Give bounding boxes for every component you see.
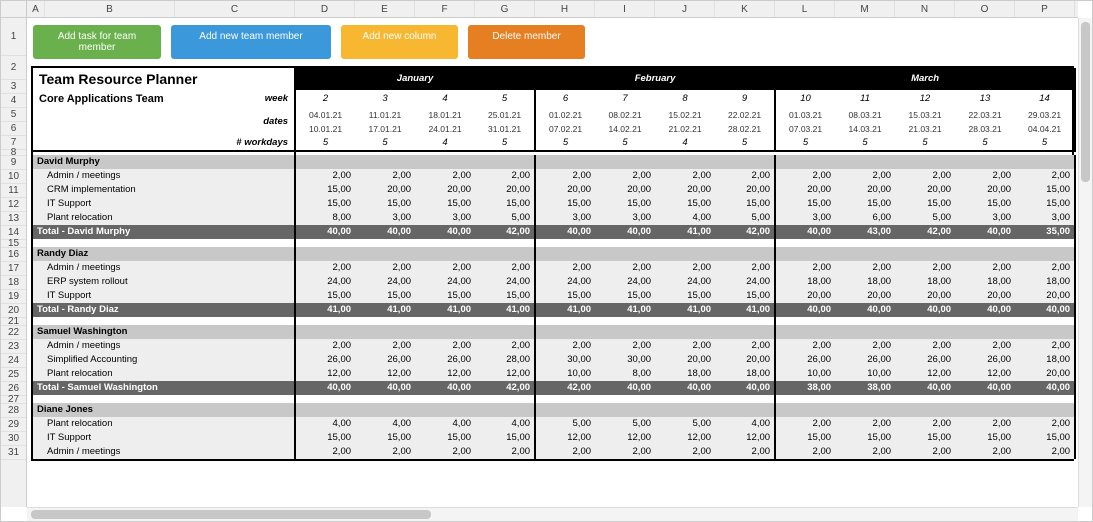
row-header-5[interactable]: 5 bbox=[1, 108, 26, 122]
column-header-N[interactable]: N bbox=[895, 1, 955, 17]
row-header-18[interactable]: 18 bbox=[1, 276, 26, 290]
row-header-12[interactable]: 12 bbox=[1, 198, 26, 212]
row-header-29[interactable]: 29 bbox=[1, 418, 26, 432]
column-header-G[interactable]: G bbox=[475, 1, 535, 17]
row-header-23[interactable]: 23 bbox=[1, 340, 26, 354]
add-task-button[interactable]: Add task for team member bbox=[33, 25, 161, 59]
task-name[interactable]: Admin / meetings bbox=[33, 261, 295, 275]
column-header-J[interactable]: J bbox=[655, 1, 715, 17]
column-header-I[interactable]: I bbox=[595, 1, 655, 17]
button-bar: Add task for team member Add new team me… bbox=[27, 18, 1078, 66]
planner-title[interactable]: Team Resource Planner bbox=[33, 68, 295, 90]
horizontal-scrollbar[interactable] bbox=[27, 507, 1078, 521]
task-name[interactable]: Plant relocation bbox=[33, 211, 295, 225]
row-header-3[interactable]: 3 bbox=[1, 80, 26, 94]
row-header-17[interactable]: 17 bbox=[1, 262, 26, 276]
task-name[interactable]: Plant relocation bbox=[33, 417, 295, 431]
row-header-6[interactable]: 6 bbox=[1, 122, 26, 136]
column-header-D[interactable]: D bbox=[295, 1, 355, 17]
row-header-22[interactable]: 22 bbox=[1, 326, 26, 340]
row-headers: 1234567891011121314151617181920212223242… bbox=[1, 18, 27, 507]
task-name[interactable]: Plant relocation bbox=[33, 367, 295, 381]
task-name[interactable]: CRM implementation bbox=[33, 183, 295, 197]
column-header-C[interactable]: C bbox=[175, 1, 295, 17]
member-name[interactable]: Diane Jones bbox=[33, 403, 295, 417]
task-name[interactable]: IT Support bbox=[33, 197, 295, 211]
row-header-9[interactable]: 9 bbox=[1, 156, 26, 170]
task-name[interactable]: Admin / meetings bbox=[33, 339, 295, 353]
column-header-H[interactable]: H bbox=[535, 1, 595, 17]
task-name[interactable]: Admin / meetings bbox=[33, 169, 295, 183]
task-name[interactable]: IT Support bbox=[33, 289, 295, 303]
task-name[interactable]: IT Support bbox=[33, 431, 295, 445]
column-header-M[interactable]: M bbox=[835, 1, 895, 17]
column-header-A[interactable]: A bbox=[27, 1, 45, 17]
month-header-january[interactable]: January bbox=[295, 68, 535, 90]
column-headers: ABCDEFGHIJKLMNOP bbox=[27, 1, 1078, 18]
row-header-19[interactable]: 19 bbox=[1, 290, 26, 304]
select-all-corner[interactable] bbox=[1, 1, 27, 18]
row-header-28[interactable]: 28 bbox=[1, 404, 26, 418]
row-header-1[interactable]: 1 bbox=[1, 18, 26, 56]
month-header-march[interactable]: March bbox=[775, 68, 1075, 90]
row-header-2[interactable]: 2 bbox=[1, 56, 26, 80]
row-header-11[interactable]: 11 bbox=[1, 184, 26, 198]
column-header-E[interactable]: E bbox=[355, 1, 415, 17]
member-total-label[interactable]: Total - Randy Diaz bbox=[33, 303, 295, 317]
member-name[interactable]: Randy Diaz bbox=[33, 247, 295, 261]
task-name[interactable]: ERP system rollout bbox=[33, 275, 295, 289]
vertical-scroll-thumb[interactable] bbox=[1081, 22, 1090, 182]
column-header-O[interactable]: O bbox=[955, 1, 1015, 17]
vertical-scrollbar[interactable] bbox=[1078, 18, 1092, 507]
add-column-button[interactable]: Add new column bbox=[341, 25, 458, 59]
task-name[interactable]: Simplified Accounting bbox=[33, 353, 295, 367]
column-header-F[interactable]: F bbox=[415, 1, 475, 17]
row-header-24[interactable]: 24 bbox=[1, 354, 26, 368]
team-name[interactable]: Core Applications Team bbox=[33, 90, 177, 108]
delete-member-button[interactable]: Delete member bbox=[468, 25, 585, 59]
grid-area[interactable]: Add task for team member Add new team me… bbox=[27, 18, 1078, 507]
column-header-L[interactable]: L bbox=[775, 1, 835, 17]
planner-frame: Team Resource PlannerJanuaryFebruaryMarc… bbox=[31, 66, 1074, 461]
member-name[interactable]: David Murphy bbox=[33, 155, 295, 169]
month-header-february[interactable]: February bbox=[535, 68, 775, 90]
row-header-13[interactable]: 13 bbox=[1, 212, 26, 226]
row-header-30[interactable]: 30 bbox=[1, 432, 26, 446]
member-total-label[interactable]: Total - Samuel Washington bbox=[33, 381, 295, 395]
row-header-31[interactable]: 31 bbox=[1, 446, 26, 460]
row-header-25[interactable]: 25 bbox=[1, 368, 26, 382]
row-header-21[interactable]: 21 bbox=[1, 318, 26, 326]
row-header-27[interactable]: 27 bbox=[1, 396, 26, 404]
row-header-10[interactable]: 10 bbox=[1, 170, 26, 184]
task-name[interactable]: Admin / meetings bbox=[33, 445, 295, 459]
row-header-16[interactable]: 16 bbox=[1, 248, 26, 262]
add-member-button[interactable]: Add new team member bbox=[171, 25, 331, 59]
spreadsheet-app: ABCDEFGHIJKLMNOP 12345678910111213141516… bbox=[0, 0, 1093, 522]
column-header-B[interactable]: B bbox=[45, 1, 175, 17]
member-name[interactable]: Samuel Washington bbox=[33, 325, 295, 339]
horizontal-scroll-thumb[interactable] bbox=[31, 510, 431, 519]
column-header-P[interactable]: P bbox=[1015, 1, 1075, 17]
member-total-label[interactable]: Total - David Murphy bbox=[33, 225, 295, 239]
row-header-15[interactable]: 15 bbox=[1, 240, 26, 248]
column-header-K[interactable]: K bbox=[715, 1, 775, 17]
row-header-4[interactable]: 4 bbox=[1, 94, 26, 108]
planner-table: Team Resource PlannerJanuaryFebruaryMarc… bbox=[33, 68, 1076, 459]
